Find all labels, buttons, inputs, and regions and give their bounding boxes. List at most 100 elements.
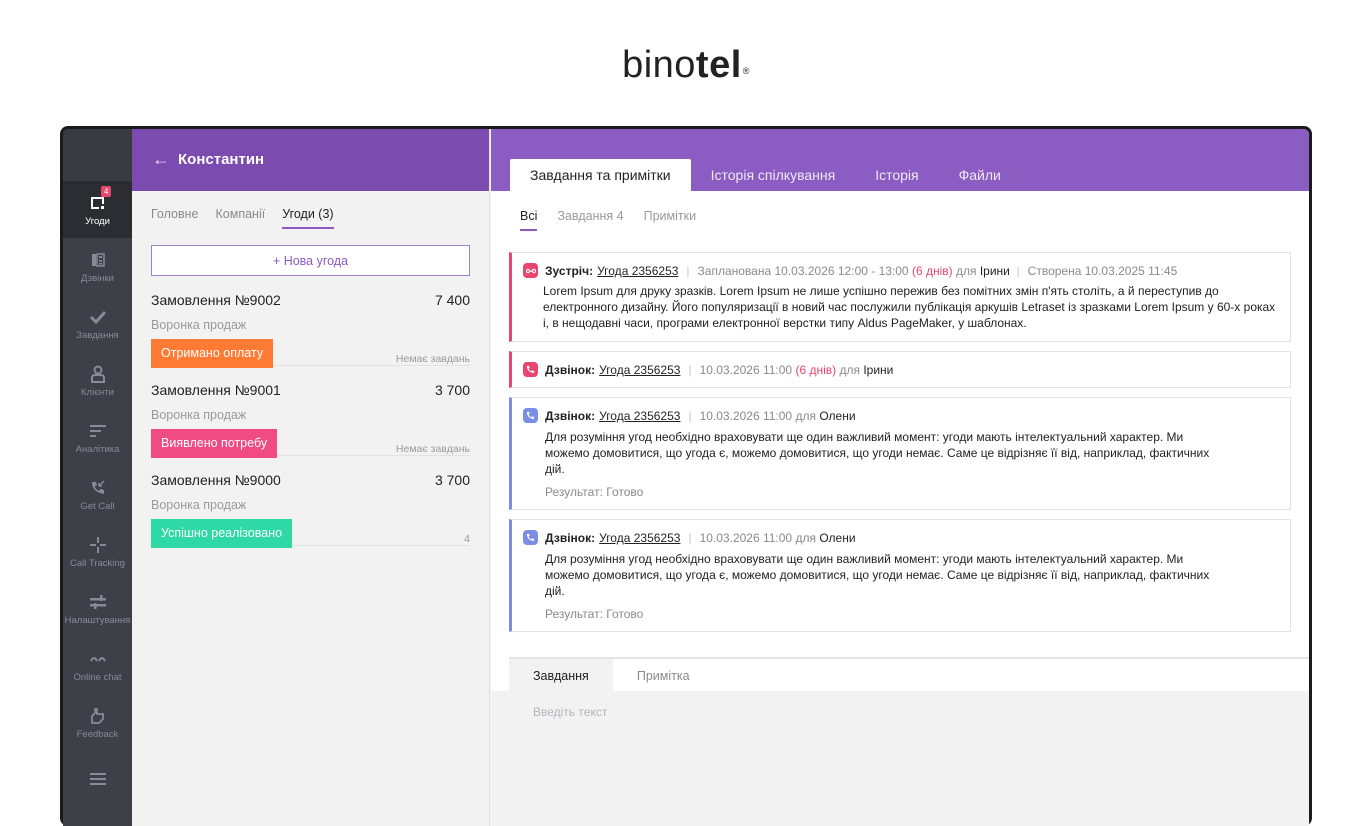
feed-days: (6 днів) bbox=[795, 362, 837, 377]
feed-created: Створена 10.03.2025 11:45 bbox=[1027, 263, 1178, 278]
feed-result: Результат: Готово bbox=[545, 485, 644, 499]
rail-item-get-call[interactable]: Get Call bbox=[63, 466, 132, 523]
rail-top bbox=[63, 129, 132, 181]
feed-body: Lorem Ipsum для друку зразків. Lorem Ips… bbox=[543, 284, 1276, 330]
check-icon bbox=[87, 306, 109, 328]
deal-card[interactable]: Замовлення №9000 3 700 Воронка продаж Ус… bbox=[151, 456, 470, 548]
rail-item-analytics[interactable]: Аналітика bbox=[63, 409, 132, 466]
feed-type: Зустріч: bbox=[545, 263, 594, 278]
rail-item-deals[interactable]: 4 Угоди bbox=[63, 181, 132, 238]
rail-label: Угоди bbox=[85, 216, 110, 227]
filter-tasks[interactable]: Завдання 4 bbox=[557, 209, 623, 231]
deal-tasks: 4 bbox=[464, 533, 470, 545]
tab-main[interactable]: Головне bbox=[151, 207, 199, 229]
feed-body: Для розуміння угод необхідно враховувати… bbox=[545, 552, 1210, 598]
get-call-icon bbox=[87, 477, 109, 499]
deal-card[interactable]: Замовлення №9002 7 400 Воронка продаж От… bbox=[151, 276, 470, 368]
deal-amount: 7 400 bbox=[434, 292, 470, 308]
feed-planned: 10.03.2026 11:00 bbox=[699, 530, 793, 545]
left-rail: 4 Угоди Дзвінки Завдання Клієнти Аналіти… bbox=[63, 129, 132, 826]
rail-item-calls[interactable]: Дзвінки bbox=[63, 238, 132, 295]
deal-link[interactable]: Угода 2356253 bbox=[599, 409, 680, 423]
feed-type: Дзвінок: bbox=[545, 530, 596, 545]
feed-for: для bbox=[839, 362, 860, 377]
feed-planned: Запланована 10.03.2026 12:00 - 13:00 bbox=[697, 263, 909, 278]
analytics-icon bbox=[87, 420, 109, 442]
user-icon bbox=[87, 363, 109, 385]
rail-label: Get Call bbox=[80, 501, 115, 512]
rail-label: Клієнти bbox=[81, 387, 114, 398]
compose-tabs: Завдання Примітка bbox=[509, 657, 1309, 691]
filter-all[interactable]: Всі bbox=[520, 209, 538, 231]
rail-item-clients[interactable]: Клієнти bbox=[63, 352, 132, 409]
deal-card[interactable]: Замовлення №9001 3 700 Воронка продаж Ви… bbox=[151, 366, 470, 458]
separator: | bbox=[688, 530, 692, 545]
rail-label: Online chat bbox=[73, 672, 122, 683]
rail-item-online-chat[interactable]: Online chat bbox=[63, 637, 132, 694]
contact-tabs: Головне Компанії Угоди (3) bbox=[132, 191, 489, 229]
deal-amount: 3 700 bbox=[434, 382, 470, 398]
deal-status-badge: Успішно реалізовано bbox=[151, 519, 293, 548]
feed-type: Дзвінок: bbox=[545, 362, 596, 377]
feed-person: Ірини bbox=[979, 263, 1010, 278]
feedback-icon bbox=[87, 705, 109, 727]
rail-label: Feedback bbox=[76, 729, 119, 740]
feed-planned: 10.03.2026 11:00 bbox=[699, 408, 793, 423]
feed-body: Для розуміння угод необхідно враховувати… bbox=[545, 430, 1210, 476]
tab-files[interactable]: Файли bbox=[939, 159, 1021, 191]
device-frame: 4 Угоди Дзвінки Завдання Клієнти Аналіти… bbox=[60, 126, 1312, 826]
compose-input[interactable]: Введіть текст bbox=[491, 691, 1309, 826]
activity-header: Завдання та примітки Історія спілкування… bbox=[491, 129, 1309, 191]
new-deal-button[interactable]: + Нова угода bbox=[151, 245, 470, 276]
menu-icon bbox=[87, 768, 109, 790]
compose-placeholder: Введіть текст bbox=[533, 705, 608, 719]
calls-icon bbox=[87, 249, 109, 271]
deal-funnel: Воронка продаж bbox=[151, 408, 247, 422]
feed-days: (6 днів) bbox=[911, 263, 953, 278]
filter-tabs: Всі Завдання 4 Примітки bbox=[491, 191, 1309, 231]
rail-label: Завдання bbox=[76, 330, 119, 341]
deals-badge: 4 bbox=[101, 186, 112, 197]
tab-communication-history[interactable]: Історія спілкування bbox=[691, 159, 856, 191]
deal-amount: 3 700 bbox=[434, 472, 470, 488]
feed-item-call[interactable]: Дзвінок: Угода 2356253 | 10.03.2026 11:0… bbox=[509, 397, 1291, 510]
deal-link[interactable]: Угода 2356253 bbox=[599, 531, 680, 545]
feed-item-call[interactable]: Дзвінок: Угода 2356253 | 10.03.2026 11:0… bbox=[509, 351, 1291, 388]
deal-link[interactable]: Угода 2356253 bbox=[599, 363, 680, 377]
phone-icon bbox=[523, 530, 538, 545]
feed-person: Олени bbox=[819, 408, 856, 423]
filter-notes[interactable]: Примітки bbox=[644, 209, 696, 231]
tab-deals[interactable]: Угоди (3) bbox=[282, 207, 334, 229]
feed-for: для bbox=[955, 263, 977, 278]
binotel-logo: binotel® bbox=[0, 40, 1372, 90]
compose-tab-task[interactable]: Завдання bbox=[509, 659, 613, 691]
deal-title: Замовлення №9000 bbox=[151, 472, 281, 488]
feed-for: для bbox=[795, 408, 816, 423]
activity-feed: Зустріч: Угода 2356253 | Запланована 10.… bbox=[509, 252, 1291, 660]
feed-for: для bbox=[795, 530, 816, 545]
tab-history[interactable]: Історія bbox=[855, 159, 938, 191]
logo-registered-mark: ® bbox=[742, 66, 750, 76]
rail-label: Call Tracking bbox=[70, 558, 125, 569]
feed-person: Олени bbox=[819, 530, 856, 545]
deal-link[interactable]: Угода 2356253 bbox=[597, 264, 678, 278]
back-arrow-icon[interactable]: ← bbox=[152, 149, 170, 170]
compose-tab-note[interactable]: Примітка bbox=[613, 659, 714, 691]
separator: | bbox=[688, 362, 692, 377]
deal-tasks: Немає завдань bbox=[395, 443, 470, 455]
rail-item-call-tracking[interactable]: Call Tracking bbox=[63, 523, 132, 580]
rail-item-settings[interactable]: Налаштування bbox=[63, 580, 132, 637]
logo-text-bold: tel bbox=[695, 44, 742, 86]
phone-icon bbox=[523, 362, 538, 377]
deal-status-badge: Виявлено потребу bbox=[151, 429, 278, 458]
tab-companies[interactable]: Компанії bbox=[216, 207, 266, 229]
separator: | bbox=[1016, 263, 1020, 278]
rail-item-tasks[interactable]: Завдання bbox=[63, 295, 132, 352]
activity-pane: Завдання та примітки Історія спілкування… bbox=[491, 129, 1309, 826]
contact-panel: ← Константин Головне Компанії Угоди (3) … bbox=[132, 129, 490, 826]
feed-item-meeting[interactable]: Зустріч: Угода 2356253 | Запланована 10.… bbox=[509, 252, 1291, 342]
rail-item-feedback[interactable]: Feedback bbox=[63, 694, 132, 751]
chat-icon bbox=[87, 648, 109, 670]
tab-tasks-notes[interactable]: Завдання та примітки bbox=[510, 159, 691, 191]
feed-item-call[interactable]: Дзвінок: Угода 2356253 | 10.03.2026 11:0… bbox=[509, 519, 1291, 632]
